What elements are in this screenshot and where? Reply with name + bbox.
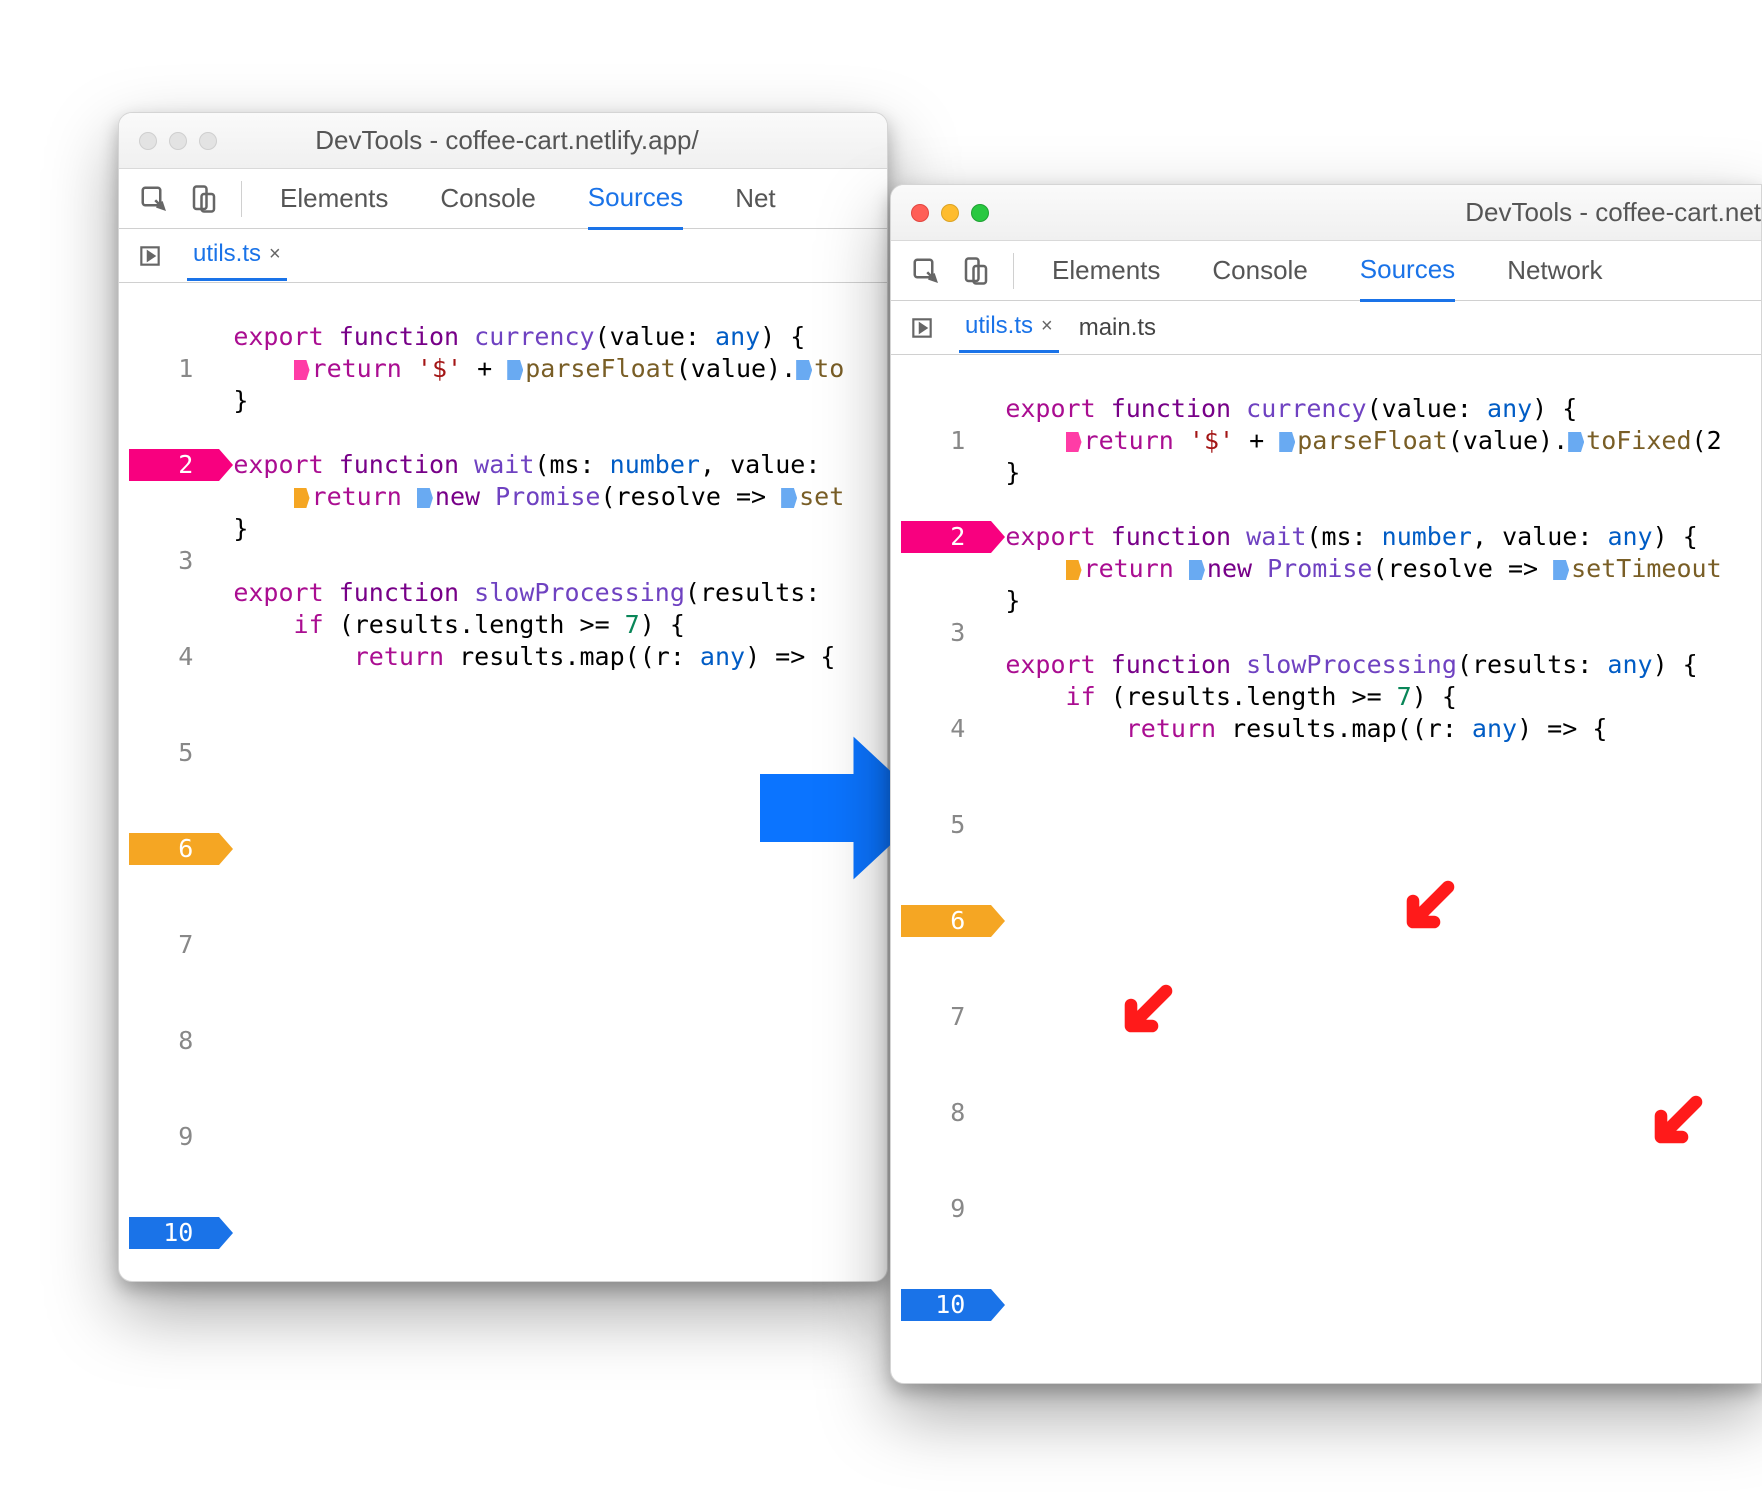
line-number[interactable]: 10	[129, 1217, 219, 1249]
traffic-max-icon[interactable]	[199, 132, 217, 150]
line-number[interactable]: 5	[129, 737, 219, 769]
code-editor[interactable]: 1 2 3 4 5 6 7 8 9 10 11 export function …	[891, 355, 1761, 1384]
tab-network[interactable]: Network	[1507, 241, 1602, 300]
tab-console[interactable]: Console	[1212, 241, 1307, 300]
line-number[interactable]: 7	[901, 1001, 991, 1033]
line-number[interactable]: 6	[129, 833, 219, 865]
tab-sources[interactable]: Sources	[1360, 240, 1455, 302]
line-number[interactable]: 2	[129, 449, 219, 481]
traffic-max-icon[interactable]	[971, 204, 989, 222]
line-number[interactable]: 3	[901, 617, 991, 649]
devtools-tabs: Elements Console Sources Net	[119, 169, 887, 229]
tab-elements[interactable]: Elements	[1052, 241, 1160, 300]
traffic-min-icon[interactable]	[169, 132, 187, 150]
file-tab-label: utils.ts	[965, 312, 1033, 340]
line-number[interactable]: 8	[901, 1097, 991, 1129]
line-number[interactable]: 1	[129, 353, 219, 385]
line-number[interactable]: 4	[129, 641, 219, 673]
traffic-min-icon[interactable]	[941, 204, 959, 222]
device-icon[interactable]	[189, 184, 219, 214]
line-number[interactable]: 7	[129, 929, 219, 961]
tab-console[interactable]: Console	[440, 169, 535, 228]
code-editor[interactable]: 1 2 3 4 5 6 7 8 9 10 11 export function …	[119, 283, 887, 1282]
line-number[interactable]: 9	[129, 1121, 219, 1153]
titlebar: DevTools - coffee-cart.netlify.app/	[119, 113, 887, 169]
line-number[interactable]: 4	[901, 713, 991, 745]
tab-sources[interactable]: Sources	[588, 168, 683, 230]
device-icon[interactable]	[961, 256, 991, 286]
line-number[interactable]: 5	[901, 809, 991, 841]
window-title: DevTools - coffee-cart.netlify.app/	[217, 125, 887, 156]
traffic-close-icon[interactable]	[139, 132, 157, 150]
titlebar: DevTools - coffee-cart.net	[891, 185, 1761, 241]
close-icon[interactable]: ×	[269, 243, 281, 266]
line-number[interactable]: 6	[901, 905, 991, 937]
navigator-icon[interactable]	[909, 315, 935, 341]
close-icon[interactable]: ×	[1041, 315, 1053, 338]
line-number[interactable]: 2	[901, 521, 991, 553]
file-tabs: utils.ts ×	[119, 229, 887, 283]
inspect-icon[interactable]	[911, 256, 941, 286]
inspect-icon[interactable]	[139, 184, 169, 214]
divider	[241, 181, 242, 217]
line-number[interactable]: 3	[129, 545, 219, 577]
file-tab-utils[interactable]: utils.ts ×	[187, 230, 287, 281]
navigator-icon[interactable]	[137, 243, 163, 269]
tab-network[interactable]: Net	[735, 169, 775, 228]
line-number[interactable]: 8	[129, 1025, 219, 1057]
line-number[interactable]: 10	[901, 1289, 991, 1321]
file-tab-main[interactable]: main.ts	[1073, 304, 1162, 352]
devtools-tabs: Elements Console Sources Network	[891, 241, 1761, 301]
window-title: DevTools - coffee-cart.net	[989, 197, 1761, 228]
file-tab-utils[interactable]: utils.ts ×	[959, 302, 1059, 353]
file-tab-label: utils.ts	[193, 240, 261, 268]
line-number[interactable]: 1	[901, 425, 991, 457]
file-tabs: utils.ts × main.ts	[891, 301, 1761, 355]
line-number[interactable]: 9	[901, 1193, 991, 1225]
tab-elements[interactable]: Elements	[280, 169, 388, 228]
traffic-close-icon[interactable]	[911, 204, 929, 222]
file-tab-label: main.ts	[1079, 314, 1156, 342]
